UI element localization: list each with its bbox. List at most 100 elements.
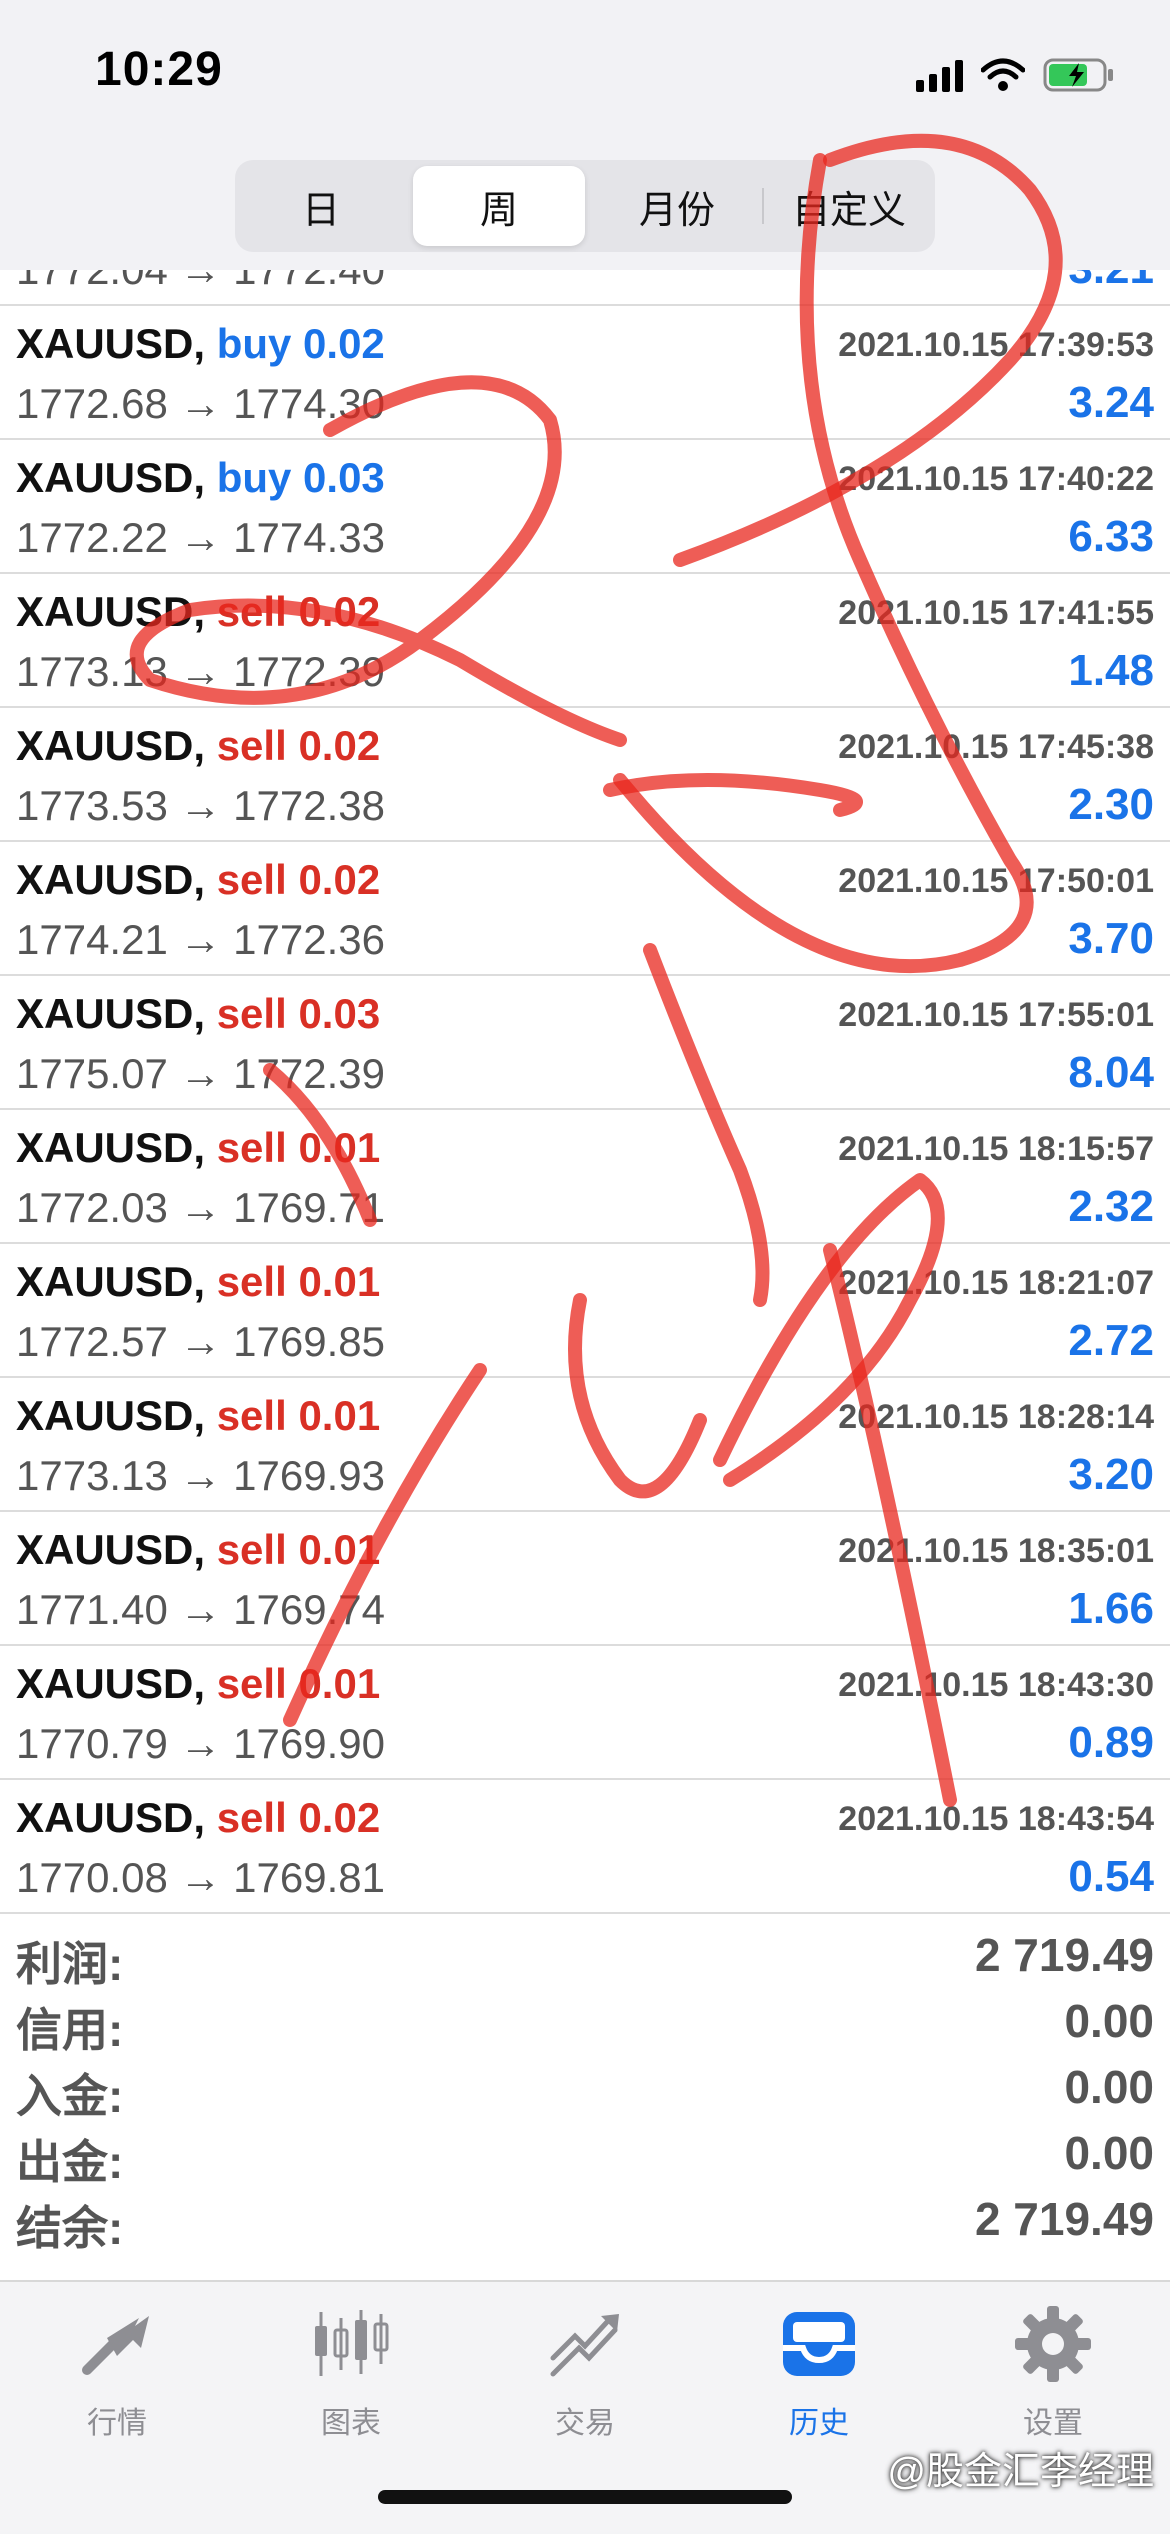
- trade-direction: buy: [216, 454, 292, 501]
- trade-datetime: 2021.10.15 18:15:57: [838, 1130, 1154, 1168]
- trade-title: XAUUSD, sell 0.01: [16, 1660, 380, 1708]
- trade-open-price: 1775.07: [16, 1050, 168, 1097]
- trade-volume: 0.02: [298, 722, 381, 769]
- trade-direction: sell: [216, 1794, 287, 1841]
- trade-row[interactable]: XAUUSD, sell 0.01 2021.10.15 18:43:30 1770…: [0, 1646, 1170, 1780]
- period-custom[interactable]: 自定义: [763, 160, 935, 252]
- trade-direction: sell: [216, 1124, 287, 1171]
- status-time: 10:29: [95, 43, 223, 96]
- trade-prices: 1770.79 → 1769.90: [16, 1720, 385, 1768]
- trade-open-price: 1772.57: [16, 1318, 168, 1365]
- trade-history-list[interactable]: 1772.04 → 1772.40 3.21 XAUUSD, buy 0.02 2…: [0, 270, 1170, 1920]
- summary-label: 信用:: [16, 2004, 124, 2056]
- trade-profit: 3.70: [1068, 914, 1154, 963]
- trade-close-price: 1774.33: [233, 514, 385, 561]
- trade-row[interactable]: XAUUSD, sell 0.01 2021.10.15 18:35:01 1771…: [0, 1512, 1170, 1646]
- arrow-right-icon: →: [179, 648, 222, 695]
- summary-credit-row: 信用: 0.00: [0, 1986, 1170, 2056]
- summary-value: 2 719.49: [974, 1929, 1154, 1981]
- trade-volume: 0.01: [298, 1124, 381, 1171]
- trade-symbol: XAUUSD,: [16, 1660, 206, 1707]
- trade-close-price: 1769.81: [233, 1854, 385, 1901]
- trade-open-price: 1773.13: [16, 1452, 168, 1499]
- tab-trade[interactable]: 交易: [468, 2302, 702, 2462]
- home-indicator[interactable]: [378, 2490, 792, 2504]
- trade-profit: 2.30: [1068, 780, 1154, 829]
- trade-symbol: XAUUSD,: [16, 1794, 206, 1841]
- trade-volume: 0.01: [298, 1660, 381, 1707]
- summary-balance-row: 结余: 2 719.49: [0, 2184, 1170, 2254]
- trade-row[interactable]: XAUUSD, sell 0.03 2021.10.15 17:55:01 1775…: [0, 976, 1170, 1110]
- trade-title: XAUUSD, sell 0.02: [16, 588, 380, 636]
- trade-close-price: 1772.39: [233, 648, 385, 695]
- trade-volume: 0.01: [298, 1258, 381, 1305]
- period-week[interactable]: 周: [413, 166, 585, 246]
- trade-row[interactable]: XAUUSD, sell 0.01 2021.10.15 18:28:14 1773…: [0, 1378, 1170, 1512]
- watermark-text: @股金汇李经理: [887, 2451, 1154, 2493]
- trade-open-price: 1771.40: [16, 1586, 168, 1633]
- trade-title: XAUUSD, sell 0.01: [16, 1124, 380, 1172]
- trade-row[interactable]: XAUUSD, buy 0.03 2021.10.15 17:40:22 1772.…: [0, 440, 1170, 574]
- tab-chart[interactable]: 图表: [234, 2302, 468, 2462]
- trade-prices: 1770.08 → 1769.81: [16, 1854, 385, 1902]
- trade-datetime: 2021.10.15 18:35:01: [838, 1532, 1154, 1570]
- summary-value: 2 719.49: [974, 2193, 1154, 2245]
- settings-icon: [1011, 2302, 1095, 2386]
- tab-history[interactable]: 历史: [702, 2302, 936, 2462]
- status-icons: [916, 50, 1115, 100]
- trade-title: XAUUSD, sell 0.02: [16, 856, 380, 904]
- tab-label: 交易: [555, 2407, 615, 2440]
- trade-profit: 1.48: [1068, 646, 1154, 695]
- summary-withdrawal-row: 出金: 0.00: [0, 2118, 1170, 2188]
- summary-label: 入金:: [16, 2070, 124, 2122]
- trade-datetime: 2021.10.15 17:39:53: [838, 326, 1154, 364]
- trade-open-price: 1770.08: [16, 1854, 168, 1901]
- summary-value: 0.00: [1064, 2061, 1154, 2113]
- trade-symbol: XAUUSD,: [16, 990, 206, 1037]
- tab-settings[interactable]: 设置: [936, 2302, 1170, 2462]
- trade-direction: sell: [216, 722, 287, 769]
- arrow-right-icon: →: [179, 514, 222, 561]
- trade-direction: buy: [216, 320, 292, 367]
- trade-close-price: 1769.90: [233, 1720, 385, 1767]
- history-icon: [777, 2302, 861, 2386]
- trade-direction: sell: [216, 990, 287, 1037]
- battery-charging-icon: [1043, 57, 1115, 93]
- trade-volume: 0.01: [298, 1526, 381, 1573]
- tab-label: 行情: [87, 2407, 147, 2440]
- period-day[interactable]: 日: [235, 160, 407, 252]
- trade-row[interactable]: XAUUSD, sell 0.01 2021.10.15 18:15:57 1772…: [0, 1110, 1170, 1244]
- trade-row[interactable]: XAUUSD, buy 0.02 2021.10.15 17:39:53 1772.…: [0, 306, 1170, 440]
- trade-prices: 1773.13 → 1772.39: [16, 648, 385, 696]
- summary-label: 结余:: [16, 2202, 124, 2254]
- trade-icon: [543, 2302, 627, 2386]
- trade-row[interactable]: XAUUSD, sell 0.02 2021.10.15 17:41:55 1773…: [0, 574, 1170, 708]
- trade-datetime: 2021.10.15 17:40:22: [838, 460, 1154, 498]
- status-bar: 10:29: [0, 0, 1170, 150]
- trade-direction: sell: [216, 1526, 287, 1573]
- trade-row[interactable]: XAUUSD, sell 0.01 2021.10.15 18:21:07 1772…: [0, 1244, 1170, 1378]
- trade-prices: 1771.40 → 1769.74: [16, 1586, 385, 1634]
- period-segmented-control: 日 周 月份 自定义: [235, 160, 935, 252]
- trade-row[interactable]: XAUUSD, sell 0.02 2021.10.15 17:45:38 1773…: [0, 708, 1170, 842]
- trade-row[interactable]: XAUUSD, sell 0.02 2021.10.15 18:43:54 1770…: [0, 1780, 1170, 1914]
- trade-prices: 1775.07 → 1772.39: [16, 1050, 385, 1098]
- period-month[interactable]: 月份: [591, 160, 764, 252]
- trade-close-price: 1769.93: [233, 1452, 385, 1499]
- trade-prices: 1773.13 → 1769.93: [16, 1452, 385, 1500]
- arrow-right-icon: →: [179, 1854, 222, 1901]
- arrow-right-icon: →: [179, 1720, 222, 1767]
- arrow-right-icon: →: [179, 380, 222, 427]
- tab-quotes[interactable]: 行情: [0, 2302, 234, 2462]
- trade-prices: 1772.68 → 1774.30: [16, 380, 385, 428]
- chart-icon: [309, 2302, 393, 2386]
- trade-datetime: 2021.10.15 18:43:30: [838, 1666, 1154, 1704]
- period-selector-bar: 日 周 月份 自定义: [0, 150, 1170, 270]
- trade-open-price: 1772.68: [16, 380, 168, 427]
- trade-row[interactable]: XAUUSD, sell 0.02 2021.10.15 17:50:01 1774…: [0, 842, 1170, 976]
- partial-trade-row[interactable]: 1772.04 → 1772.40 3.21: [0, 270, 1170, 306]
- arrow-right-icon: →: [179, 1318, 222, 1365]
- quotes-icon: [75, 2302, 159, 2386]
- trade-title: XAUUSD, sell 0.02: [16, 1794, 380, 1842]
- trade-symbol: XAUUSD,: [16, 1392, 206, 1439]
